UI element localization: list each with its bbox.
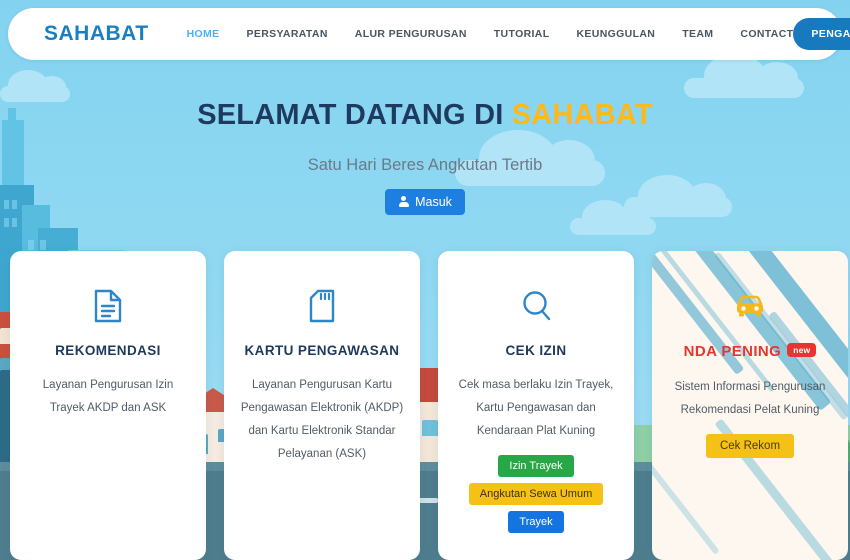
- izin-trayek-button[interactable]: Izin Trayek: [498, 455, 574, 477]
- window: [12, 218, 17, 227]
- card-description: Layanan Pengurusan Kartu Pengawasan Elek…: [240, 379, 404, 460]
- navbar: SAHABAT HOME PERSYARATAN ALUR PENGURUSAN…: [8, 8, 850, 60]
- nav-link-alur-pengurusan[interactable]: ALUR PENGURUSAN: [355, 28, 467, 40]
- window: [4, 218, 9, 227]
- document-icon: [26, 287, 190, 325]
- card-title: REKOMENDASI: [55, 343, 161, 358]
- card-kartu-pengawasan[interactable]: KARTU PENGAWASAN Layanan Pengurusan Kart…: [224, 251, 420, 560]
- card-buttons: Izin Trayek Angkutan Sewa Umum Trayek: [454, 455, 618, 533]
- hero-section: SELAMAT DATANG DI SAHABAT Satu Hari Bere…: [0, 99, 850, 215]
- pengaduan-button[interactable]: PENGADUAN: [793, 18, 850, 50]
- card-nda-pening[interactable]: NDA PENING new Sistem Informasi Pengurusa…: [652, 251, 848, 560]
- card-rekomendasi[interactable]: REKOMENDASI Layanan Pengurusan Izin Tray…: [10, 251, 206, 560]
- new-badge: new: [787, 343, 817, 357]
- trayek-button[interactable]: Trayek: [508, 511, 564, 533]
- nav-links: HOME PERSYARATAN ALUR PENGURUSAN TUTORIA…: [187, 28, 794, 40]
- nav-link-keunggulan[interactable]: KEUNGGULAN: [576, 28, 655, 40]
- nav-link-persyaratan[interactable]: PERSYARATAN: [247, 28, 328, 40]
- nav-link-home[interactable]: HOME: [187, 28, 220, 40]
- angkutan-sewa-umum-button[interactable]: Angkutan Sewa Umum: [468, 483, 604, 505]
- car-icon: [668, 287, 832, 325]
- card-title: NDA PENING new: [668, 343, 832, 360]
- brand-logo[interactable]: SAHABAT: [44, 22, 149, 46]
- card-title-text: NDA PENING: [683, 343, 782, 360]
- nav-link-tutorial[interactable]: TUTORIAL: [494, 28, 550, 40]
- login-button[interactable]: Masuk: [385, 188, 465, 215]
- card-title: KARTU PENGAWASAN: [244, 343, 400, 358]
- page-root: SAHABAT HOME PERSYARATAN ALUR PENGURUSAN…: [0, 0, 850, 560]
- card-buttons: Cek Rekom: [668, 434, 832, 458]
- search-icon: [454, 287, 618, 325]
- cloud: [684, 54, 804, 98]
- hero-subtitle: Satu Hari Beres Angkutan Tertib: [307, 155, 543, 174]
- card-description: Layanan Pengurusan Izin Trayek AKDP dan …: [42, 379, 174, 414]
- feature-cards: REKOMENDASI Layanan Pengurusan Izin Tray…: [0, 251, 850, 560]
- window: [40, 240, 46, 250]
- cek-rekom-button[interactable]: Cek Rekom: [705, 434, 795, 458]
- card-description: Sistem Informasi Pengurusan Rekomendasi …: [674, 381, 826, 416]
- hero-title-main: SELAMAT DATANG DI: [197, 99, 512, 131]
- nav-link-contact[interactable]: CONTACT: [740, 28, 793, 40]
- nav-link-team[interactable]: TEAM: [682, 28, 713, 40]
- cloud: [570, 200, 656, 235]
- window: [28, 240, 34, 250]
- user-icon: [398, 196, 409, 208]
- pengaduan-label: PENGADUAN: [811, 28, 850, 40]
- sd-card-icon: [240, 287, 404, 325]
- card-title: CEK IZIN: [505, 343, 567, 358]
- card-cek-izin[interactable]: CEK IZIN Cek masa berlaku Izin Trayek, K…: [438, 251, 634, 560]
- page-title: SELAMAT DATANG DI SAHABAT: [0, 99, 850, 132]
- card-description: Cek masa berlaku Izin Trayek, Kartu Peng…: [458, 379, 614, 437]
- hero-title-accent: SAHABAT: [511, 99, 653, 131]
- login-button-label: Masuk: [415, 194, 452, 209]
